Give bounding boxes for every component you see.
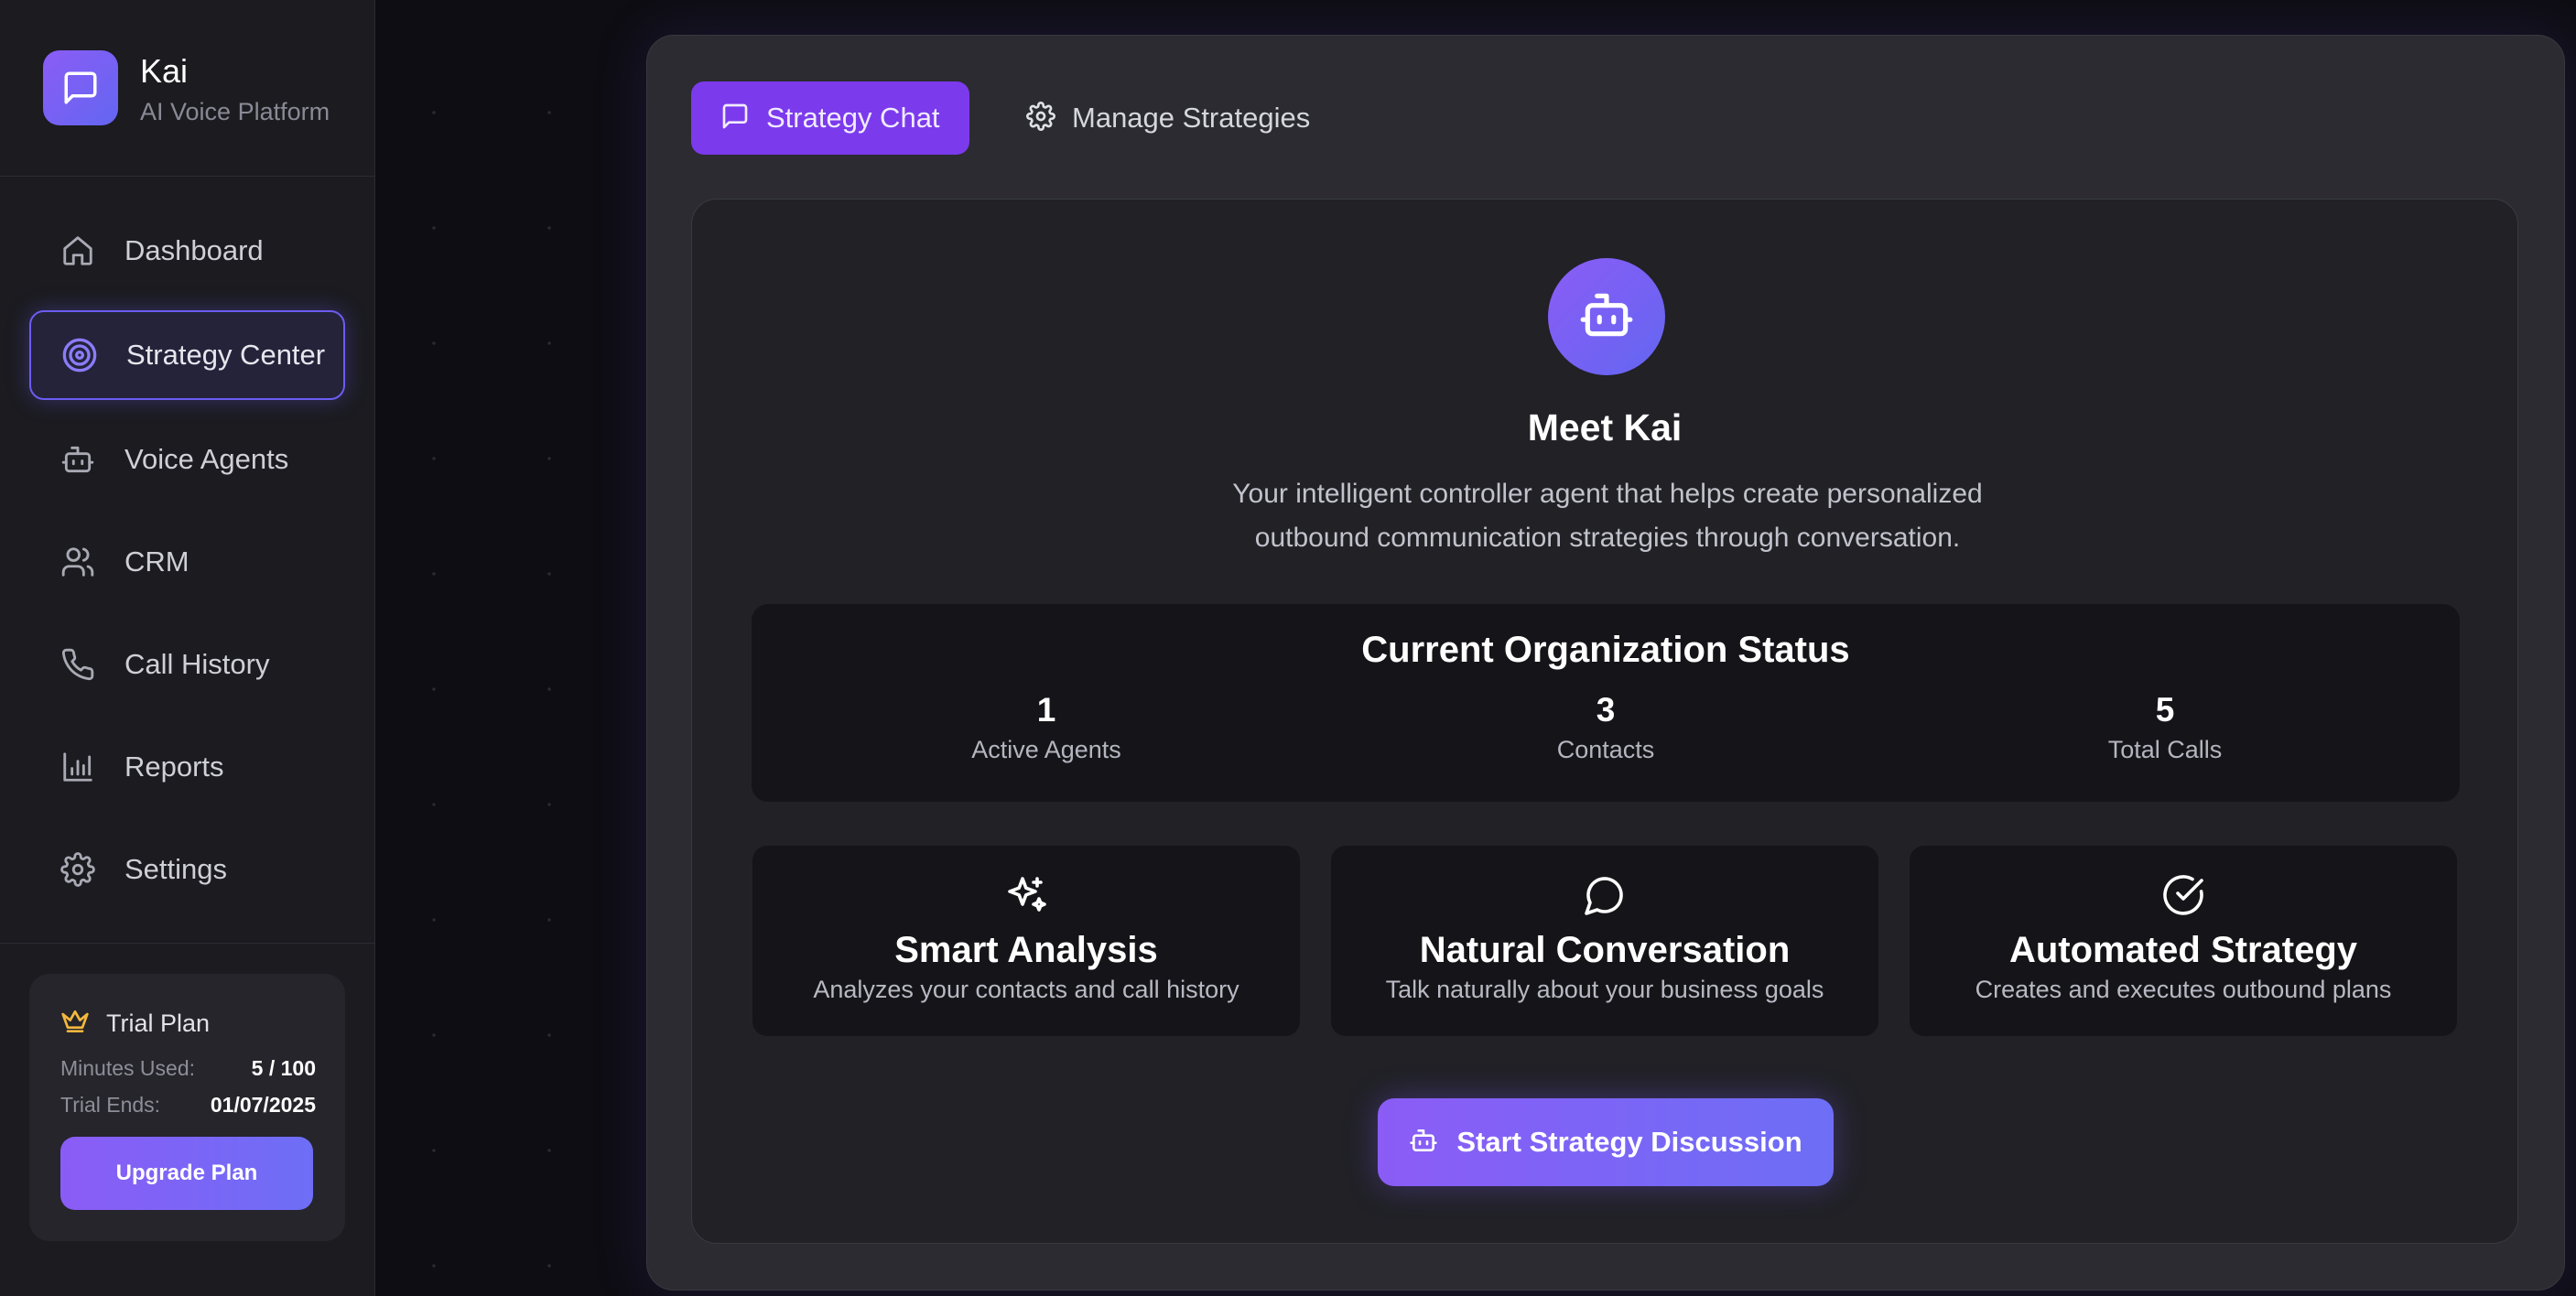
feature-description: Analyzes your contacts and call history bbox=[813, 976, 1239, 1003]
check-circle-icon bbox=[1910, 873, 2457, 921]
tab-manage-strategies[interactable]: Manage Strategies bbox=[997, 81, 1339, 155]
bot-icon bbox=[1409, 1126, 1438, 1160]
sidebar-item-call-history[interactable]: Call History bbox=[29, 620, 345, 709]
stat-value: 3 bbox=[1596, 691, 1616, 729]
sidebar-item-label: CRM bbox=[124, 545, 189, 578]
status-title: Current Organization Status bbox=[1361, 630, 1850, 670]
sidebar-item-settings[interactable]: Settings bbox=[29, 825, 345, 914]
message-circle-icon bbox=[1331, 873, 1878, 921]
strategy-chat-card: Meet Kai Your intelligent controller age… bbox=[691, 199, 2518, 1244]
feature-description: Talk naturally about your business goals bbox=[1385, 976, 1824, 1003]
sidebar-item-strategy-center[interactable]: Strategy Center bbox=[29, 310, 345, 400]
feature-title: Automated Strategy bbox=[2008, 930, 2358, 970]
feature-automated-strategy: Automated Strategy Creates and executes … bbox=[1910, 846, 2457, 1036]
feature-description: Creates and executes outbound plans bbox=[1975, 976, 2392, 1003]
tab-strategy-chat[interactable]: Strategy Chat bbox=[691, 81, 969, 155]
main-panel: Strategy Chat Manage Strategies Meet Kai… bbox=[646, 35, 2565, 1291]
sidebar-item-label: Strategy Center bbox=[126, 339, 326, 371]
tab-label: Strategy Chat bbox=[766, 102, 940, 134]
feature-natural-conversation: Natural Conversation Talk naturally abou… bbox=[1331, 846, 1878, 1036]
bar-chart-icon bbox=[59, 748, 97, 786]
sidebar-item-label: Reports bbox=[124, 751, 224, 783]
tab-label: Manage Strategies bbox=[1072, 102, 1311, 134]
trial-ends-row: Trial Ends: 01/07/2025 bbox=[60, 1093, 316, 1118]
feature-title: Natural Conversation bbox=[1419, 930, 1791, 970]
sidebar-item-voice-agents[interactable]: Voice Agents bbox=[29, 415, 345, 504]
target-icon bbox=[60, 336, 99, 374]
feature-smart-analysis: Smart Analysis Analyzes your contacts an… bbox=[752, 846, 1300, 1036]
minutes-used-row: Minutes Used: 5 / 100 bbox=[60, 1056, 316, 1081]
sidebar-item-label: Call History bbox=[124, 648, 270, 680]
organization-status-panel: Current Organization Status 1 Active Age… bbox=[752, 604, 2460, 802]
app-subtitle: AI Voice Platform bbox=[140, 98, 330, 125]
chat-icon bbox=[720, 102, 750, 135]
brand[interactable]: Kai AI Voice Platform bbox=[43, 49, 354, 125]
minutes-used-label: Minutes Used: bbox=[60, 1056, 196, 1080]
bot-avatar bbox=[1548, 258, 1665, 375]
sparkles-icon bbox=[752, 873, 1300, 921]
sidebar-item-label: Settings bbox=[124, 853, 228, 885]
sidebar: Kai AI Voice Platform Dashboard Strategy… bbox=[0, 0, 375, 1296]
start-strategy-discussion-button[interactable]: Start Strategy Discussion bbox=[1378, 1098, 1834, 1186]
stat-label: Contacts bbox=[1556, 736, 1655, 763]
description-line: Your intelligent controller agent that h… bbox=[1232, 479, 1983, 509]
gear-icon bbox=[1026, 101, 1055, 135]
chat-bubble-icon bbox=[43, 50, 118, 125]
sidebar-divider bbox=[0, 943, 375, 944]
stat-contacts: 3 Contacts bbox=[1423, 690, 1789, 764]
phone-icon bbox=[59, 645, 97, 684]
trial-ends-value: 01/07/2025 bbox=[210, 1093, 316, 1117]
plan-title: Trial Plan bbox=[106, 1010, 211, 1037]
sidebar-item-label: Voice Agents bbox=[124, 443, 289, 475]
description-line: outbound communication strategies throug… bbox=[1254, 523, 1961, 553]
app-name: Kai bbox=[140, 52, 189, 90]
meet-kai-title: Meet Kai bbox=[1527, 406, 1683, 448]
bot-icon bbox=[1578, 286, 1635, 348]
stat-label: Total Calls bbox=[2107, 736, 2223, 763]
users-icon bbox=[59, 543, 97, 581]
plan-header: Trial Plan bbox=[60, 1007, 210, 1041]
sidebar-item-dashboard[interactable]: Dashboard bbox=[29, 206, 345, 296]
app-root: Kai AI Voice Platform Dashboard Strategy… bbox=[0, 0, 2576, 1296]
sidebar-divider bbox=[0, 176, 375, 177]
meet-kai-description: Your intelligent controller agent that h… bbox=[1150, 472, 2065, 560]
minutes-used-value: 5 / 100 bbox=[251, 1056, 316, 1080]
sidebar-item-reports[interactable]: Reports bbox=[29, 722, 345, 812]
sidebar-item-label: Dashboard bbox=[124, 234, 264, 266]
trial-ends-label: Trial Ends: bbox=[60, 1093, 161, 1117]
trial-plan-card: Trial Plan Minutes Used: 5 / 100 Trial E… bbox=[29, 974, 345, 1241]
stat-value: 1 bbox=[1036, 691, 1056, 729]
home-icon bbox=[59, 232, 97, 270]
bot-icon bbox=[59, 440, 97, 479]
button-label: Start Strategy Discussion bbox=[1456, 1126, 1802, 1158]
crown-icon bbox=[60, 1007, 90, 1041]
upgrade-plan-button[interactable]: Upgrade Plan bbox=[60, 1137, 313, 1210]
stat-total-calls: 5 Total Calls bbox=[1982, 690, 2348, 764]
stat-active-agents: 1 Active Agents bbox=[863, 690, 1229, 764]
stat-value: 5 bbox=[2155, 691, 2175, 729]
stat-label: Active Agents bbox=[971, 736, 1121, 763]
gear-icon bbox=[59, 850, 97, 889]
sidebar-item-crm[interactable]: CRM bbox=[29, 517, 345, 607]
feature-title: Smart Analysis bbox=[894, 930, 1158, 970]
